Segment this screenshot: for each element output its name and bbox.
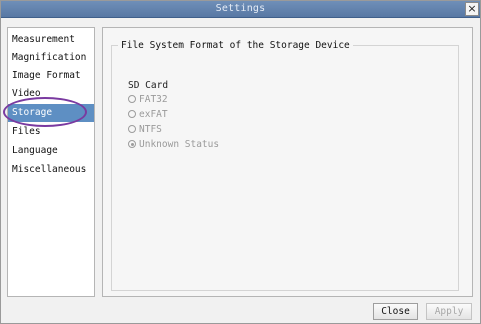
sidebar-item-files[interactable]: Files [8,123,94,141]
close-button[interactable]: Close [373,303,418,320]
radio-option-ntfs: NTFS [128,123,162,136]
sidebar-item-language[interactable]: Language [8,142,94,160]
radio-label: Unknown Status [139,139,220,150]
apply-button[interactable]: Apply [426,303,472,320]
sidebar-item-measurement[interactable]: Measurement [8,31,94,49]
sidebar-item-image-format[interactable]: Image Format [8,67,94,85]
sd-card-label: SD Card [128,80,169,91]
radio-option-fat32: FAT32 [128,93,168,106]
storage-settings-panel: File System Format of the Storage Device… [102,27,473,297]
radio-label: NTFS [139,124,162,135]
sidebar-item-video[interactable]: Video [8,85,94,103]
radio-option-exfat: exFAT [128,108,168,121]
settings-category-list: Measurement Magnification Image Format V… [7,27,95,297]
sidebar-item-miscellaneous[interactable]: Miscellaneous [8,161,94,179]
sidebar-item-storage[interactable]: Storage [8,104,94,122]
sidebar-item-magnification[interactable]: Magnification [8,49,94,67]
settings-dialog: Settings × Measurement Magnification Ima… [0,0,481,324]
radio-option-unknown-status: Unknown Status [128,138,219,151]
radio-checked-icon [128,140,136,148]
close-window-icon[interactable]: × [465,2,479,16]
radio-unchecked-icon [128,95,136,103]
file-system-format-group: File System Format of the Storage Device… [111,40,459,291]
radio-unchecked-icon [128,110,136,118]
group-title: File System Format of the Storage Device [118,40,353,51]
radio-unchecked-icon [128,125,136,133]
radio-label: FAT32 [139,94,168,105]
window-title: Settings [215,3,266,14]
title-bar[interactable]: Settings × [1,1,480,18]
radio-label: exFAT [139,109,168,120]
